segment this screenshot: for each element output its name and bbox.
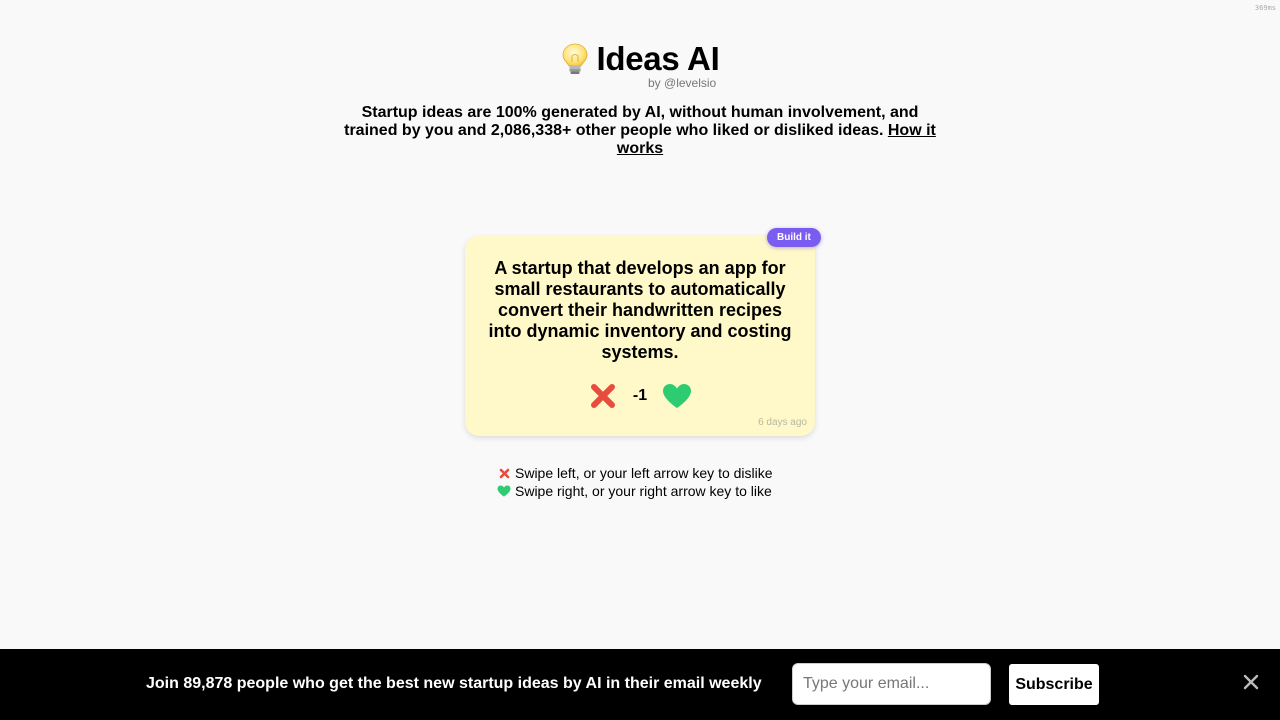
header: Ideas AI bbox=[0, 40, 1280, 78]
subscribe-button[interactable]: Subscribe bbox=[1009, 664, 1099, 705]
title-row: Ideas AI bbox=[0, 40, 1280, 78]
light-bulb-icon bbox=[561, 42, 589, 76]
like-instruction: Swipe right, or your right arrow key to … bbox=[497, 482, 773, 500]
heart-icon bbox=[663, 384, 691, 408]
vote-row: -1 bbox=[465, 382, 815, 410]
render-time: 369ms bbox=[1254, 4, 1276, 12]
idea-text: A startup that develops an app for small… bbox=[488, 258, 792, 362]
like-instruction-text: Swipe right, or your right arrow key to … bbox=[515, 483, 772, 499]
like-button[interactable] bbox=[662, 382, 692, 410]
x-icon bbox=[591, 384, 615, 408]
dislike-instruction-text: Swipe left, or your left arrow key to di… bbox=[515, 465, 773, 481]
close-icon bbox=[1243, 674, 1259, 690]
newsletter-bar: Join 89,878 people who get the best new … bbox=[0, 649, 1280, 720]
idea-card[interactable]: A startup that develops an app for small… bbox=[465, 236, 815, 436]
idea-timestamp: 6 days ago bbox=[758, 417, 807, 428]
dislike-instruction: Swipe left, or your left arrow key to di… bbox=[497, 464, 773, 482]
vote-score: -1 bbox=[632, 387, 648, 404]
build-it-badge[interactable]: Build it bbox=[767, 228, 821, 247]
instructions: Swipe left, or your left arrow key to di… bbox=[497, 464, 773, 500]
x-icon bbox=[497, 466, 511, 480]
close-button[interactable] bbox=[1240, 671, 1262, 693]
page-title: Ideas AI bbox=[596, 40, 720, 77]
heart-icon bbox=[497, 484, 511, 498]
tagline: Startup ideas are 100% generated by AI, … bbox=[340, 104, 940, 158]
email-input[interactable] bbox=[792, 663, 991, 705]
dislike-button[interactable] bbox=[588, 382, 618, 410]
author-link[interactable]: by @levelsio bbox=[648, 76, 716, 90]
newsletter-text: Join 89,878 people who get the best new … bbox=[146, 675, 762, 692]
tagline-text: Startup ideas are 100% generated by AI, … bbox=[344, 104, 919, 139]
